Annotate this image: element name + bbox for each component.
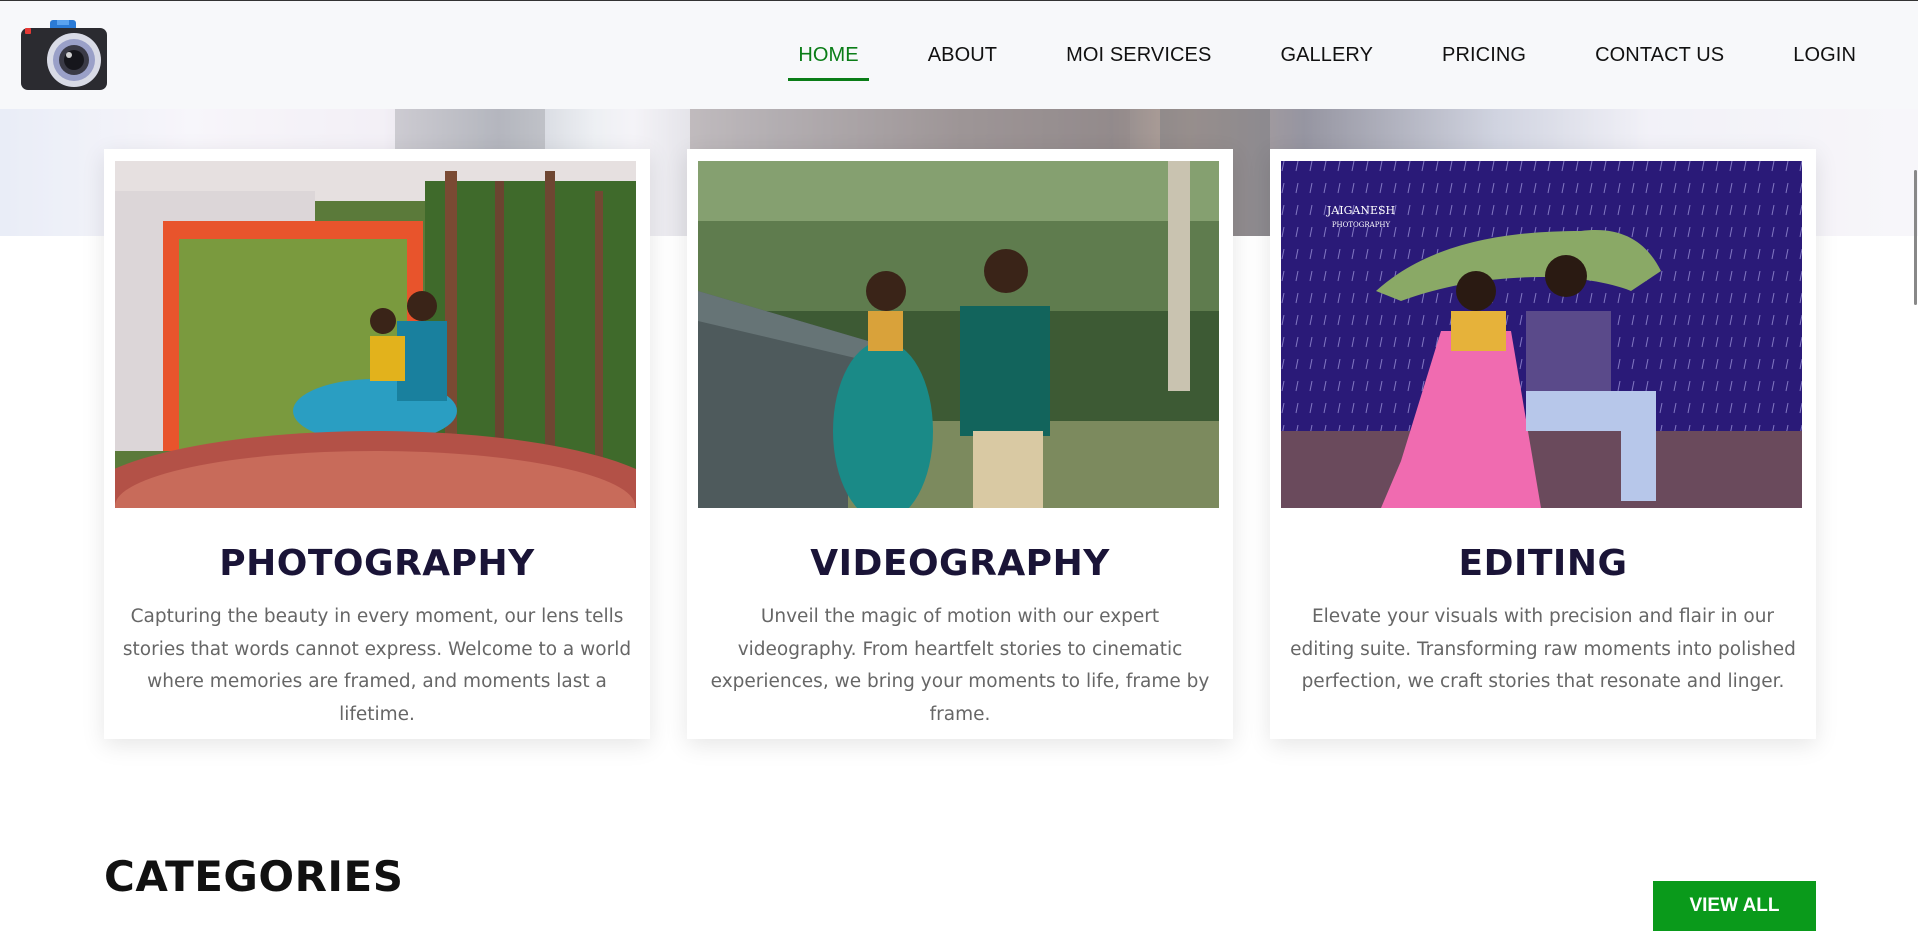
- service-description: Capturing the beauty in every moment, ou…: [122, 606, 632, 725]
- watermark-line1: JAIGANESH: [1326, 204, 1395, 217]
- main-nav: HOME ABOUT MOI SERVICES GALLERY PRICING …: [788, 1, 1866, 109]
- nav-about[interactable]: ABOUT: [918, 2, 1007, 108]
- service-card-editing: JAIGANESH PHOTOGRAPHY EDITING Elevate yo…: [1270, 149, 1816, 739]
- scrollbar-thumb[interactable]: [1914, 170, 1917, 305]
- editing-image: JAIGANESH PHOTOGRAPHY: [1281, 161, 1802, 508]
- nav-login[interactable]: LOGIN: [1783, 2, 1866, 108]
- nav-home[interactable]: HOME: [788, 2, 870, 108]
- nav-pricing[interactable]: PRICING: [1432, 2, 1536, 108]
- photography-image: [115, 161, 636, 508]
- service-card-photography: PHOTOGRAPHY Capturing the beauty in ever…: [104, 149, 650, 739]
- service-description: Elevate your visuals with precision and …: [1290, 606, 1796, 692]
- nav-gallery[interactable]: GALLERY: [1270, 2, 1383, 108]
- navbar: HOME ABOUT MOI SERVICES GALLERY PRICING …: [0, 1, 1918, 109]
- service-title: EDITING: [1458, 543, 1628, 584]
- categories-heading: CATEGORIES: [104, 852, 404, 901]
- service-title: VIDEOGRAPHY: [810, 543, 1110, 584]
- view-all-button[interactable]: VIEW ALL: [1653, 881, 1816, 931]
- service-description: Unveil the magic of motion with our expe…: [710, 606, 1210, 725]
- camera-icon[interactable]: [19, 18, 109, 93]
- nav-contact-us[interactable]: CONTACT US: [1585, 2, 1734, 108]
- service-card-videography: VIDEOGRAPHY Unveil the magic of motion w…: [687, 149, 1233, 739]
- service-title: PHOTOGRAPHY: [219, 543, 535, 584]
- videography-image: [698, 161, 1219, 508]
- nav-moi-services[interactable]: MOI SERVICES: [1056, 2, 1221, 108]
- watermark-line2: PHOTOGRAPHY: [1332, 221, 1391, 229]
